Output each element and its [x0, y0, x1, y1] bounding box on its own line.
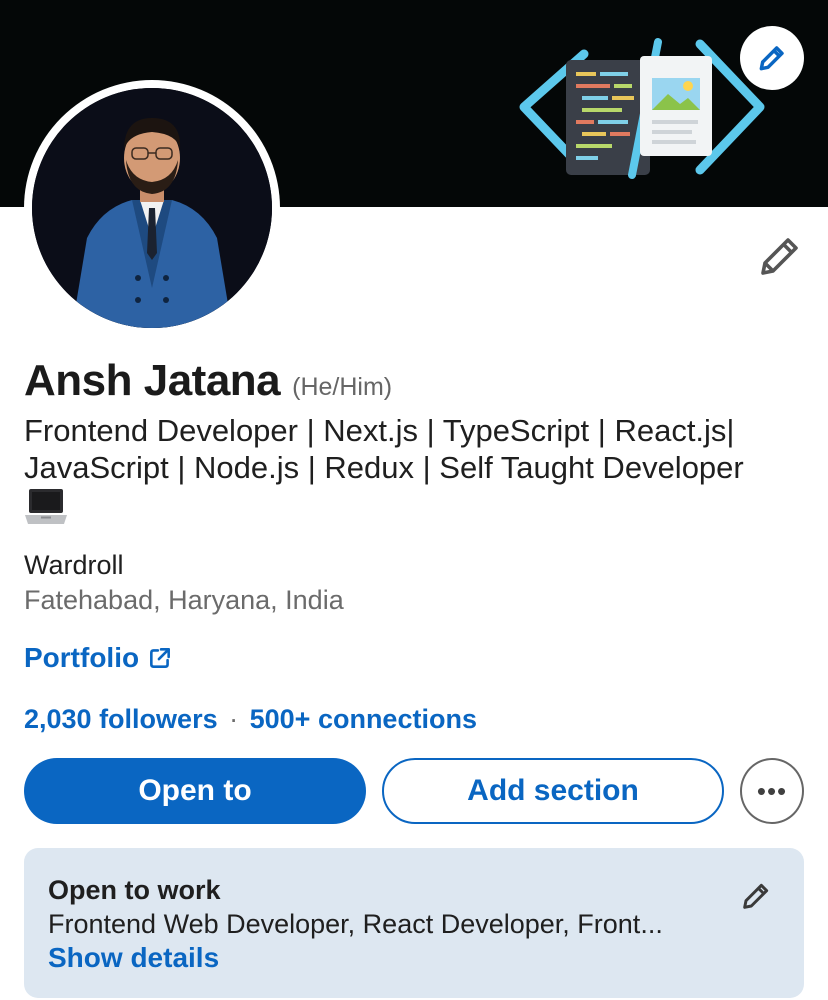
avatar — [32, 88, 272, 328]
separator: · — [229, 704, 239, 734]
pencil-icon — [759, 46, 784, 71]
ellipsis-icon: ••• — [756, 775, 788, 806]
edit-intro-button[interactable] — [756, 232, 804, 280]
current-company[interactable]: Wardroll — [24, 550, 124, 581]
portfolio-label: Portfolio — [24, 642, 140, 673]
followers-link[interactable]: 2,030 followers — [24, 704, 218, 734]
open-to-work-roles: Frontend Web Developer, React Developer,… — [48, 909, 663, 939]
code-illustration — [519, 38, 765, 179]
add-section-button[interactable]: Add section — [382, 758, 724, 824]
open-to-work-card[interactable]: Open to work Frontend Web Developer, Rea… — [24, 848, 804, 998]
profile-name: Ansh Jatana — [24, 356, 281, 405]
profile-location: Fatehabad, Haryana, India — [24, 585, 344, 615]
profile-photo[interactable] — [24, 80, 280, 336]
pencil-icon[interactable] — [740, 880, 772, 912]
pronouns: (He/Him) — [292, 373, 393, 401]
pencil-icon — [761, 238, 798, 275]
name-row: Ansh Jatana (He/Him) — [24, 356, 392, 406]
show-details-link[interactable]: Show details — [48, 942, 219, 974]
open-to-button[interactable]: Open to — [24, 758, 366, 824]
network-stats: 2,030 followers · 500+ connections — [24, 704, 477, 735]
laptop-icon — [25, 489, 67, 524]
profile-headline: Frontend Developer | Next.js | TypeScrip… — [24, 413, 744, 485]
connections-link[interactable]: 500+ connections — [250, 704, 477, 734]
external-link-icon — [150, 648, 171, 668]
portfolio-link[interactable]: Portfolio — [24, 642, 173, 674]
edit-banner-button[interactable] — [740, 26, 804, 90]
open-to-work-title: Open to work — [48, 875, 221, 905]
profile-photo-image — [32, 88, 272, 328]
more-actions-button[interactable]: ••• — [740, 758, 804, 824]
